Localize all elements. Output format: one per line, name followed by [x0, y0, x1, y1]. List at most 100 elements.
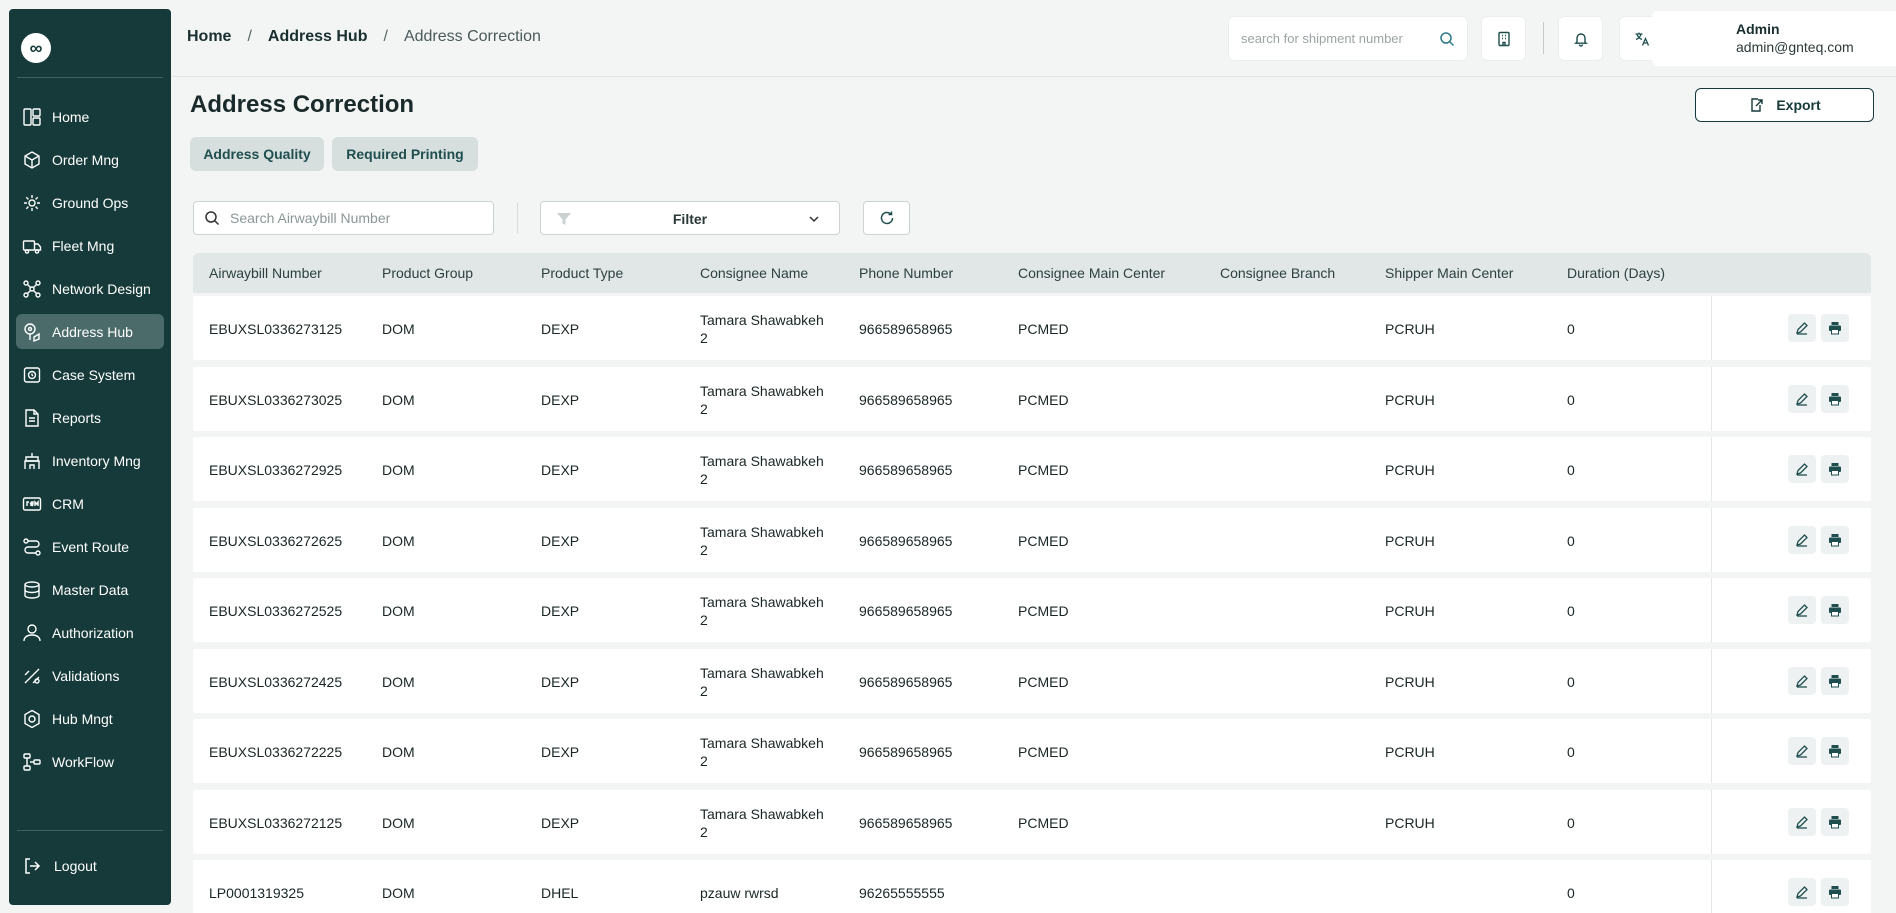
print-button[interactable] [1821, 455, 1849, 483]
table-row[interactable]: EBUXSL0336272225 DOM DEXP Tamara Shawabkeh … [193, 719, 1871, 783]
pencil-icon [1796, 393, 1808, 406]
filter-dropdown[interactable]: Filter [540, 201, 840, 235]
edit-button[interactable] [1788, 385, 1816, 413]
print-button[interactable] [1821, 314, 1849, 342]
edit-button[interactable] [1788, 737, 1816, 765]
sidebar-item-label: Validations [52, 667, 120, 684]
sidebar-item-label: Fleet Mng [52, 237, 115, 254]
cell-main-center: PCMED [1018, 533, 1069, 549]
cell-phone: 966589658965 [859, 533, 953, 549]
table-row[interactable]: EBUXSL0336273025 DOM DEXP Tamara Shawabkeh … [193, 367, 1871, 431]
shipment-search-input[interactable] [1241, 31, 1439, 46]
logout-label: Logout [54, 858, 97, 874]
refresh-button[interactable] [863, 201, 910, 235]
table-row[interactable]: EBUXSL0336272125 DOM DEXP Tamara Shawabkeh … [193, 790, 1871, 854]
sidebar-item-order-mng[interactable]: Order Mng [16, 142, 164, 177]
actions-divider [1711, 649, 1712, 713]
sidebar-item-master-data[interactable]: Master Data [16, 572, 164, 607]
sidebar-item-inventory-mng[interactable]: Inventory Mng [16, 443, 164, 478]
cell-phone: 966589658965 [859, 462, 953, 478]
export-button[interactable]: Export [1695, 88, 1874, 122]
cell-group: DOM [382, 603, 415, 619]
sidebar-item-crm[interactable]: CRM [16, 486, 164, 521]
sidebar-item-home[interactable]: Home [16, 99, 164, 134]
airwaybill-search-input[interactable] [230, 210, 483, 226]
print-button[interactable] [1821, 596, 1849, 624]
cell-type: DEXP [541, 815, 580, 831]
cell-consignee: Tamara Shawabkeh 2 [700, 735, 824, 769]
print-button[interactable] [1821, 737, 1849, 765]
tab-required-printing[interactable]: Required Printing [332, 137, 478, 171]
printer-icon [1829, 322, 1841, 335]
table-row[interactable]: EBUXSL0336272625 DOM DEXP Tamara Shawabkeh … [193, 508, 1871, 572]
sidebar-item-address-hub[interactable]: Address Hub [16, 314, 164, 349]
cell-main-center: PCMED [1018, 603, 1069, 619]
notifications-button[interactable] [1558, 16, 1603, 61]
database-icon [22, 580, 42, 600]
table-row[interactable]: EBUXSL0336273125 DOM DEXP Tamara Shawabkeh … [193, 296, 1871, 360]
print-button[interactable] [1821, 878, 1849, 906]
search-icon[interactable] [1439, 31, 1455, 47]
print-button[interactable] [1821, 808, 1849, 836]
logout-button[interactable]: Logout [22, 851, 97, 881]
edit-button[interactable] [1788, 455, 1816, 483]
cell-duration: 0 [1567, 603, 1575, 619]
sidebar-item-ground-ops[interactable]: Ground Ops [16, 185, 164, 220]
table-row[interactable]: EBUXSL0336272525 DOM DEXP Tamara Shawabkeh … [193, 578, 1871, 642]
edit-button[interactable] [1788, 808, 1816, 836]
sidebar-item-label: Authorization [52, 624, 134, 641]
cell-duration: 0 [1567, 815, 1575, 831]
table-row[interactable]: EBUXSL0336272425 DOM DEXP Tamara Shawabkeh … [193, 649, 1871, 713]
cell-awb: EBUXSL0336272225 [209, 744, 343, 760]
column-consignee-branch-header: Consignee Branch [1220, 265, 1336, 281]
sidebar-item-event-route[interactable]: Event Route [16, 529, 164, 564]
user-menu[interactable]: Admin admin@gnteq.com [1652, 11, 1896, 66]
column-phone-number-header: Phone Number [859, 265, 954, 281]
breadcrumb-home[interactable]: Home [187, 28, 231, 46]
app-logo[interactable]: ∞ [21, 33, 51, 63]
sidebar-item-hub-mngt[interactable]: Hub Mngt [16, 701, 164, 736]
sidebar-item-fleet-mng[interactable]: Fleet Mng [16, 228, 164, 263]
table-row[interactable]: EBUXSL0336272925 DOM DEXP Tamara Shawabkeh … [193, 437, 1871, 501]
building-button[interactable] [1481, 16, 1526, 61]
column-product-type-header: Product Type [541, 265, 624, 281]
cell-type: DEXP [541, 462, 580, 478]
sidebar-item-case-system[interactable]: Case System [16, 357, 164, 392]
cell-type: DEXP [541, 603, 580, 619]
shipment-search [1228, 16, 1468, 61]
cell-awb: EBUXSL0336273025 [209, 392, 343, 408]
actions-divider [1711, 296, 1712, 360]
sidebar-item-label: Reports [52, 409, 102, 426]
network-icon [22, 279, 42, 299]
map-pin-icon [22, 322, 42, 342]
edit-button[interactable] [1788, 878, 1816, 906]
cell-duration: 0 [1567, 462, 1575, 478]
print-button[interactable] [1821, 385, 1849, 413]
pencil-icon [1796, 816, 1808, 829]
cell-main-center: PCMED [1018, 744, 1069, 760]
edit-button[interactable] [1788, 526, 1816, 554]
cell-main-center: PCMED [1018, 321, 1069, 337]
sidebar-item-network-design[interactable]: Network Design [16, 271, 164, 306]
sidebar-item-reports[interactable]: Reports [16, 400, 164, 435]
table-row[interactable]: LP0001319325 DOM DHEL pzauw rwrsd 9626555555… [193, 860, 1871, 913]
sidebar-item-authorization[interactable]: Authorization [16, 615, 164, 650]
cell-duration: 0 [1567, 885, 1575, 901]
print-button[interactable] [1821, 526, 1849, 554]
building-icon [1497, 31, 1510, 46]
edit-button[interactable] [1788, 314, 1816, 342]
sidebar-item-validations[interactable]: Validations [16, 658, 164, 693]
breadcrumb-address-hub[interactable]: Address Hub [268, 28, 368, 46]
print-button[interactable] [1821, 667, 1849, 695]
sidebar-item-label: Home [52, 108, 90, 125]
cell-phone: 966589658965 [859, 321, 953, 337]
breadcrumb-separator: / [247, 28, 252, 45]
sidebar-item-workflow[interactable]: WorkFlow [16, 744, 164, 779]
edit-button[interactable] [1788, 596, 1816, 624]
edit-button[interactable] [1788, 667, 1816, 695]
refresh-icon [880, 211, 893, 225]
cell-phone: 966589658965 [859, 815, 953, 831]
tab-address-quality[interactable]: Address Quality [190, 137, 324, 171]
cell-consignee: Tamara Shawabkeh 2 [700, 383, 824, 417]
header-divider [1543, 22, 1544, 54]
